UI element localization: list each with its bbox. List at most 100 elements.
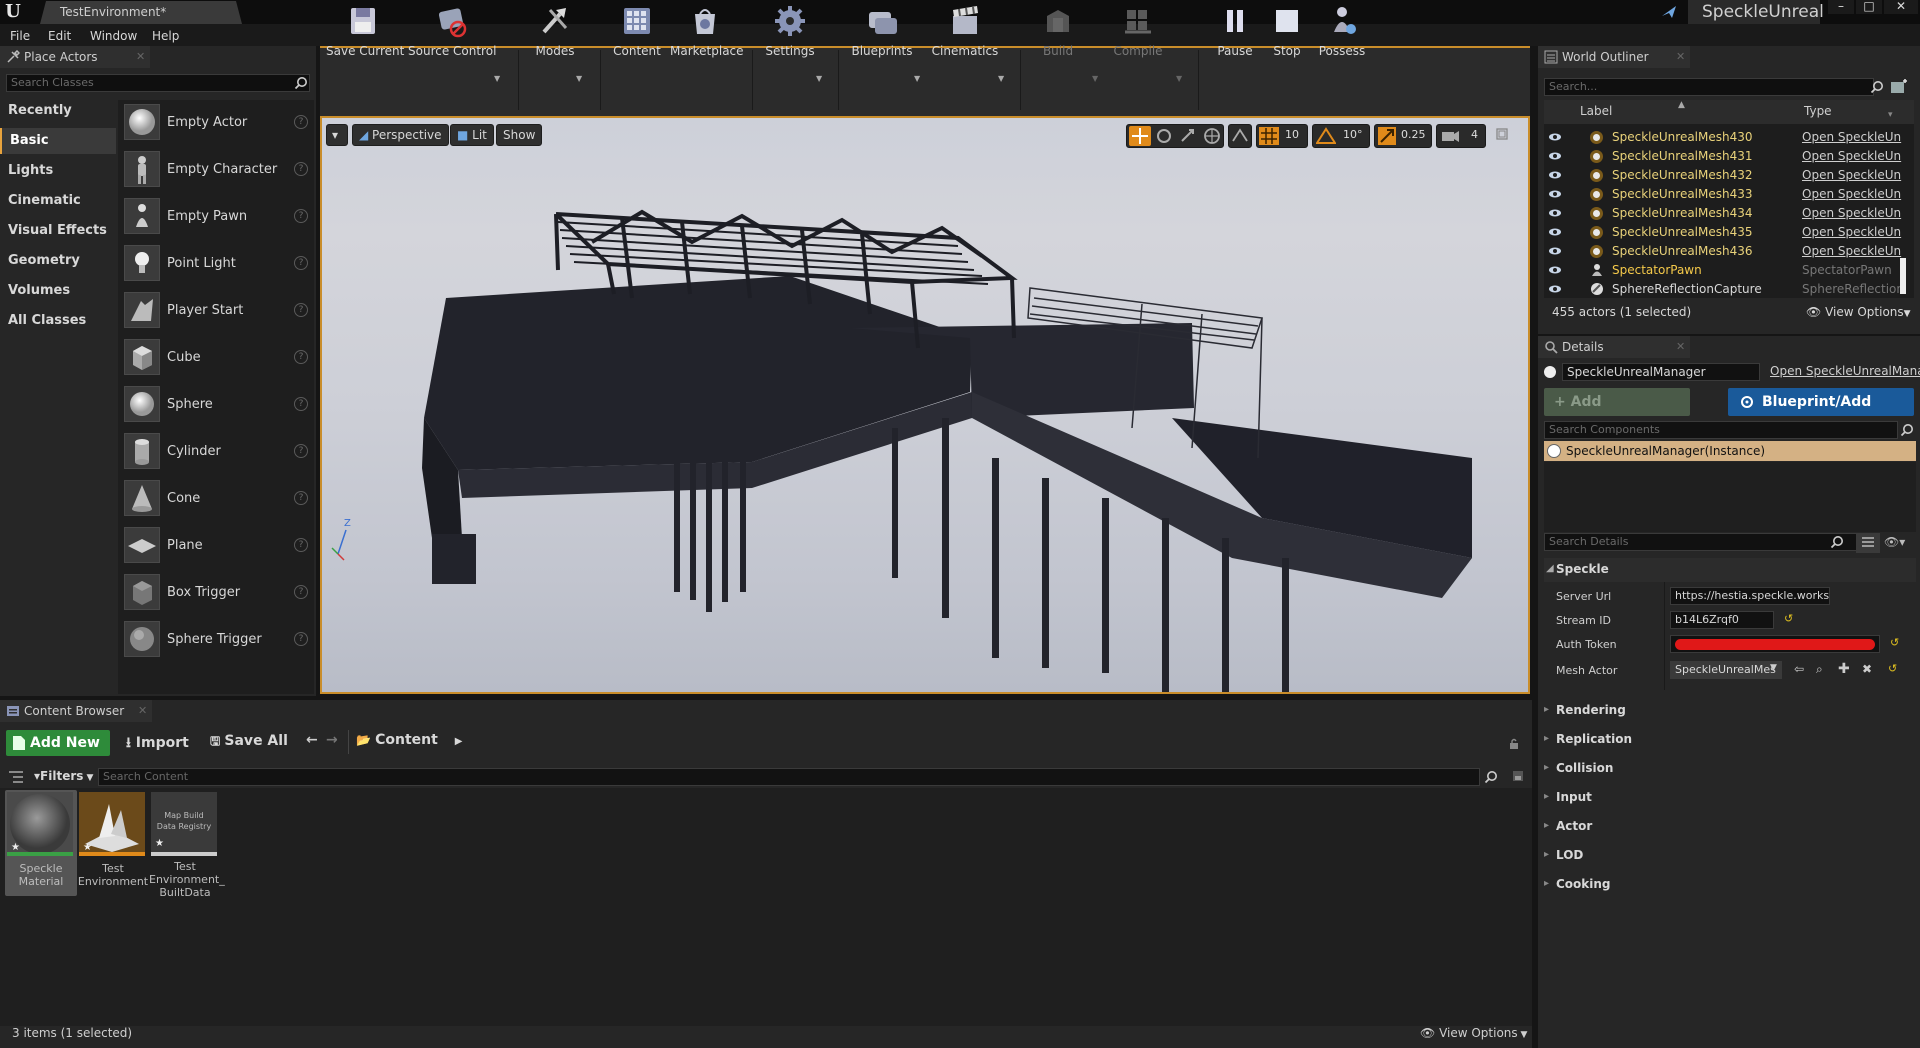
section-input[interactable]: Input xyxy=(1544,786,1592,808)
outliner-row[interactable]: SpeckleUnrealMesh433 Open SpeckleUn xyxy=(1544,185,1914,204)
reset-default-icon[interactable]: ↺ xyxy=(1890,636,1899,649)
marketplace-button[interactable]: Marketplace xyxy=(670,4,744,64)
chevron-down-icon[interactable]: ▼ xyxy=(1770,663,1777,673)
minimize-button[interactable]: – xyxy=(1828,0,1854,14)
visibility-eye-icon[interactable] xyxy=(1548,225,1562,239)
component-row-selected[interactable]: SpeckleUnrealManager(Instance) xyxy=(1544,441,1916,461)
outliner-view-options[interactable]: 👁 View Options▼ xyxy=(1806,305,1911,319)
menu-file[interactable]: File xyxy=(10,29,30,43)
actor-item-empty-character[interactable]: Empty Character ? xyxy=(124,151,312,195)
actor-item-cone[interactable]: Cone ? xyxy=(124,480,312,524)
unreal-logo-icon[interactable]: U xyxy=(2,1,24,23)
document-tab[interactable]: TestEnvironment* xyxy=(40,1,242,24)
pause-button[interactable]: Pause xyxy=(1212,4,1258,64)
browse-icon[interactable]: ⌕ xyxy=(1816,662,1823,677)
maximize-viewport-icon[interactable] xyxy=(1496,128,1508,140)
outliner-row[interactable]: SphereReflectionCapture SphereReflection… xyxy=(1544,280,1914,298)
outliner-row-type-link[interactable]: Open SpeckleUn xyxy=(1802,206,1902,220)
property-matrix-icon[interactable] xyxy=(1856,533,1880,553)
world-outliner-tab[interactable]: World Outliner ✕ xyxy=(1538,46,1690,68)
help-icon[interactable]: ? xyxy=(294,538,308,552)
eye-dropdown-icon[interactable]: 👁▾ xyxy=(1884,535,1905,549)
outliner-row[interactable]: SpeckleUnrealMesh436 Open SpeckleUn xyxy=(1544,242,1914,261)
cinematics-button[interactable]: Cinematics xyxy=(930,4,1000,64)
search-icon[interactable] xyxy=(1900,423,1914,437)
category-basic[interactable]: Basic xyxy=(0,128,116,154)
cinematics-dropdown-icon[interactable]: ▼ xyxy=(998,74,1004,83)
help-icon[interactable]: ? xyxy=(294,256,308,270)
outliner-row-type-link[interactable]: Open SpeckleUn xyxy=(1802,168,1902,182)
category-lights[interactable]: Lights xyxy=(0,158,116,184)
compile-button[interactable]: Compile xyxy=(1108,4,1168,64)
search-icon[interactable] xyxy=(1870,80,1884,94)
place-actors-tab[interactable]: Place Actors ✕ xyxy=(0,46,150,68)
outliner-row-type-link[interactable]: Open SpeckleUn xyxy=(1802,244,1902,258)
menu-edit[interactable]: Edit xyxy=(48,29,71,43)
clear-icon[interactable]: ✖ xyxy=(1862,662,1872,676)
actor-item-cylinder[interactable]: Cylinder ? xyxy=(124,433,312,477)
blueprints-dropdown-icon[interactable]: ▼ xyxy=(914,74,920,83)
category-all-classes[interactable]: All Classes xyxy=(0,308,116,334)
source-control-dropdown-icon[interactable]: ▼ xyxy=(494,74,500,83)
section-actor[interactable]: Actor xyxy=(1544,815,1592,837)
save-search-icon[interactable] xyxy=(1512,770,1524,782)
visibility-eye-icon[interactable] xyxy=(1548,187,1562,201)
outliner-scrollbar[interactable] xyxy=(1900,258,1906,294)
outliner-row[interactable]: SpectatorPawn SpectatorPawn xyxy=(1544,261,1914,280)
visibility-eye-icon[interactable] xyxy=(1548,149,1562,163)
visibility-eye-icon[interactable] xyxy=(1548,206,1562,220)
use-selected-arrow-icon[interactable]: ⇦ xyxy=(1794,662,1804,676)
reset-default-icon[interactable]: ↺ xyxy=(1784,612,1793,625)
category-cinematic[interactable]: Cinematic xyxy=(0,188,116,214)
category-visual-effects[interactable]: Visual Effects xyxy=(0,218,116,244)
help-icon[interactable]: ? xyxy=(294,585,308,599)
filters-button[interactable]: ▾Filters ▼ xyxy=(34,769,93,783)
asset-test-environment-builtdata[interactable]: Map Build Data Registry ★ Test Environment… xyxy=(149,790,225,899)
section-cooking[interactable]: Cooking xyxy=(1544,873,1611,895)
perspective-button[interactable]: ◢ Perspective xyxy=(352,124,449,146)
add-icon[interactable]: ✚ xyxy=(1838,661,1850,677)
outliner-row[interactable]: SpeckleUnrealMesh432 Open SpeckleUn xyxy=(1544,166,1914,185)
chevron-down-icon[interactable]: ▾ xyxy=(1888,110,1893,120)
help-icon[interactable]: ? xyxy=(294,115,308,129)
actor-item-player-start[interactable]: Player Start ? xyxy=(124,292,312,336)
outliner-row[interactable]: SpeckleUnrealMesh431 Open SpeckleUn xyxy=(1544,147,1914,166)
help-icon[interactable]: ? xyxy=(294,162,308,176)
content-browser-tab[interactable]: Content Browser ✕ xyxy=(0,700,152,722)
help-icon[interactable]: ? xyxy=(294,350,308,364)
build-button[interactable]: Build xyxy=(1032,4,1084,64)
section-speckle-header[interactable]: ◢ Speckle xyxy=(1544,558,1916,582)
help-icon[interactable]: ? xyxy=(294,632,308,646)
save-all-button[interactable]: 🖫 Save All xyxy=(210,732,288,753)
category-volumes[interactable]: Volumes xyxy=(0,278,116,304)
visibility-eye-icon[interactable] xyxy=(1548,130,1562,144)
show-button[interactable]: Show xyxy=(496,124,543,146)
level-viewport[interactable]: Z ▾ ◢ Perspective ■ Lit Show 10 10° 0.25… xyxy=(320,116,1530,694)
category-geometry[interactable]: Geometry xyxy=(0,248,116,274)
build-dropdown-icon[interactable]: ▼ xyxy=(1092,74,1098,83)
outliner-row[interactable]: SpeckleUnrealMesh435 Open SpeckleUn xyxy=(1544,223,1914,242)
close-tab-icon[interactable]: ✕ xyxy=(138,700,147,722)
outliner-row[interactable]: SpeckleUnrealMesh434 Open SpeckleUn xyxy=(1544,204,1914,223)
rotation-snap-control[interactable]: 10° xyxy=(1312,124,1370,148)
content-button[interactable]: Content xyxy=(610,4,664,64)
actor-item-plane[interactable]: Plane ? xyxy=(124,527,312,571)
close-tab-icon[interactable]: ✕ xyxy=(136,46,145,68)
search-content-input[interactable]: Search Content xyxy=(98,768,1480,786)
stream-id-input[interactable]: b14L6Zrqf0 xyxy=(1670,611,1774,629)
modes-button[interactable]: Modes xyxy=(530,4,580,64)
section-lod[interactable]: LOD xyxy=(1544,844,1583,866)
search-classes-input[interactable]: Search Classes xyxy=(6,74,310,92)
visibility-eye-icon[interactable] xyxy=(1548,282,1562,296)
add-new-button[interactable]: Add New ▼ xyxy=(6,730,110,776)
actor-item-point-light[interactable]: Point Light ? xyxy=(124,245,312,289)
menu-window[interactable]: Window xyxy=(90,29,137,43)
world-space-icon[interactable] xyxy=(1201,126,1223,146)
scale-snap-control[interactable]: 0.25 xyxy=(1374,124,1432,148)
search-icon[interactable] xyxy=(1484,770,1498,784)
stop-button[interactable]: Stop xyxy=(1266,4,1308,64)
scale-icon[interactable] xyxy=(1177,126,1199,146)
blueprints-button[interactable]: Blueprints xyxy=(848,4,916,64)
help-icon[interactable]: ? xyxy=(294,444,308,458)
blueprint-add-script-button[interactable]: Blueprint/Add Script xyxy=(1728,388,1914,438)
